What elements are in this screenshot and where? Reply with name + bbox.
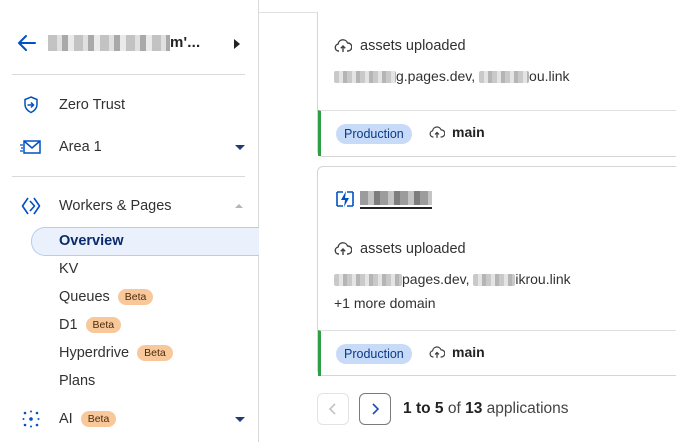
account-switcher[interactable]: m'... [0, 14, 258, 72]
sidebar-item-label: Area 1 [59, 139, 102, 155]
sidebar-item-label: AI Beta [59, 411, 117, 427]
sidebar-item-label: Workers & Pages [59, 198, 172, 214]
pagination-summary: 1 to 5 of 13 applications [403, 400, 569, 417]
account-name-redacted [48, 35, 170, 51]
beta-badge: Beta [85, 317, 122, 333]
deployment-footer: Production main [318, 330, 676, 376]
domain-list[interactable]: pages.dev, ikrou.link [334, 271, 571, 287]
domain-text: g.pages.dev, [396, 68, 480, 84]
sidebar-subitem-label: Overview [59, 233, 124, 249]
application-name-underline [360, 207, 432, 209]
application-card[interactable]: assets uploaded g.pages.dev, ou.link Pro… [317, 12, 676, 157]
chevron-down-icon[interactable] [235, 144, 245, 150]
environment-badge: Production [336, 344, 412, 364]
application-name-redacted[interactable] [360, 191, 432, 205]
chevron-down-icon[interactable] [235, 416, 245, 422]
divider [12, 176, 245, 177]
back-arrow-icon[interactable] [16, 32, 38, 54]
worker-bolt-icon [336, 191, 354, 207]
domain-text: ikrou.link [515, 271, 571, 287]
sidebar-item-area1[interactable]: Area 1 [0, 134, 258, 160]
pagination: 1 to 5 of 13 applications [317, 393, 569, 425]
sidebar-item-text: AI [59, 411, 73, 427]
cloud-upload-icon [429, 345, 445, 358]
cloud-upload-icon [334, 39, 352, 52]
next-page-button[interactable] [359, 393, 391, 425]
deployment-footer: Production main [318, 110, 676, 156]
status-text: assets uploaded [360, 38, 466, 54]
chevron-left-icon [328, 403, 336, 415]
deployment-status: assets uploaded [334, 241, 466, 257]
sidebar-subitem-label: Hyperdrive [59, 345, 130, 361]
account-name: m'... [170, 34, 201, 51]
sidebar-subitem-d1[interactable]: D1 Beta [59, 314, 122, 336]
sidebar: m'... Zero Trust Area 1 Workers & Pages … [0, 0, 259, 442]
branch-name: main [452, 124, 485, 140]
sidebar-item-label: Zero Trust [59, 97, 126, 113]
ai-sparkle-icon [20, 408, 42, 430]
divider [12, 74, 245, 75]
domain-redacted [334, 71, 396, 84]
cloud-upload-icon [429, 125, 445, 138]
beta-badge: Beta [80, 411, 117, 427]
cloud-upload-icon [334, 242, 352, 255]
domain-text: ou.link [529, 68, 570, 84]
domain-redacted [334, 274, 402, 287]
sidebar-subitem-label: D1 [59, 317, 78, 333]
more-domains-link[interactable]: +1 more domain [334, 295, 436, 311]
domain-list[interactable]: g.pages.dev, ou.link [334, 68, 570, 84]
sidebar-item-workers-pages[interactable]: Workers & Pages [0, 193, 258, 219]
main-content: assets uploaded g.pages.dev, ou.link Pro… [259, 0, 676, 442]
environment-badge: Production [336, 124, 412, 144]
chevron-up-icon[interactable] [235, 204, 243, 208]
sidebar-subitem-label: KV [59, 261, 79, 277]
status-text: assets uploaded [360, 241, 466, 257]
sidebar-item-ai[interactable]: AI Beta [0, 406, 258, 432]
beta-badge: Beta [137, 345, 173, 361]
sidebar-subitem-queues[interactable]: Queues Beta [59, 286, 154, 308]
branch: main [429, 344, 485, 360]
branch: main [429, 124, 485, 140]
domain-redacted [479, 71, 530, 84]
domain-redacted [473, 274, 516, 287]
chevron-right-icon [372, 403, 380, 415]
sidebar-subitem-overview[interactable]: Overview [31, 227, 259, 256]
sidebar-subitem-label: Plans [59, 373, 96, 389]
workers-icon [20, 195, 42, 217]
zero-trust-icon [20, 94, 42, 116]
application-card[interactable]: assets uploaded pages.dev, ikrou.link +1… [317, 166, 676, 376]
branch-name: main [452, 344, 485, 360]
sidebar-item-zero-trust[interactable]: Zero Trust [0, 92, 258, 118]
sidebar-subitem-plans[interactable]: Plans [59, 370, 95, 392]
sidebar-subitem-kv[interactable]: KV [59, 258, 78, 280]
email-security-icon [20, 136, 42, 158]
sidebar-subitem-hyperdrive[interactable]: Hyperdrive Beta [59, 342, 173, 364]
domain-text: pages.dev, [402, 271, 474, 287]
sidebar-subitem-label: Queues [59, 289, 110, 305]
chevron-right-icon[interactable] [234, 39, 240, 49]
deployment-status: assets uploaded [334, 38, 466, 54]
previous-page-button[interactable] [317, 393, 349, 425]
beta-badge: Beta [117, 289, 154, 305]
